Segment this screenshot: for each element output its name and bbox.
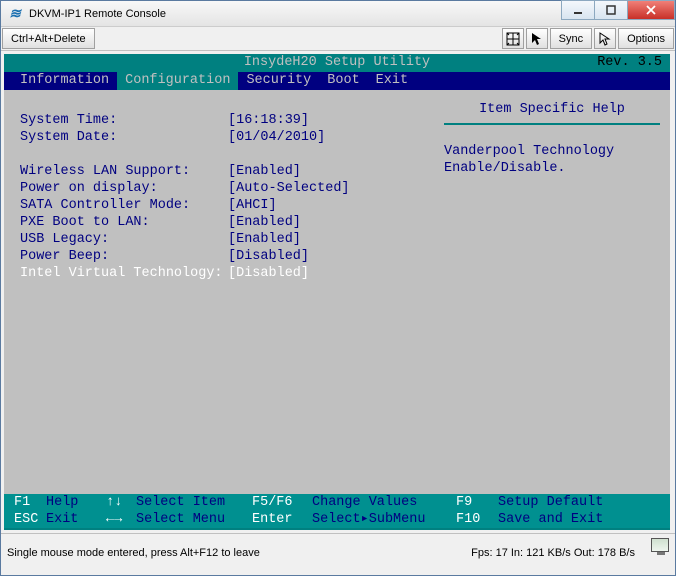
setting-value: [16:18:39] (228, 112, 309, 129)
setting-label: PXE Boot to LAN: (10, 214, 228, 231)
footer-key-f10: F10 (456, 511, 498, 528)
ctrl-alt-delete-button[interactable]: Ctrl+Alt+Delete (2, 28, 95, 49)
setting-value: [Auto-Selected] (228, 180, 350, 197)
bios-screen: InsydeH20 Setup Utility Rev. 3.5 Informa… (4, 54, 670, 530)
setting-label: System Time: (10, 112, 228, 129)
settings-pane: System Time:[16:18:39]System Date:[01/04… (6, 92, 436, 492)
help-title: Item Specific Help (444, 102, 660, 125)
status-bar: Single mouse mode entered, press Alt+F12… (1, 533, 675, 571)
setting-label: USB Legacy: (10, 231, 228, 248)
tab-configuration[interactable]: Configuration (117, 72, 238, 90)
sync-button[interactable]: Sync (550, 28, 592, 49)
toolbar: Ctrl+Alt+Delete Sync Options (1, 27, 675, 51)
setting-label: Power on display: (10, 180, 228, 197)
setting-row[interactable]: SATA Controller Mode:[AHCI] (10, 197, 430, 214)
options-button[interactable]: Options (618, 28, 674, 49)
fullscreen-icon[interactable] (502, 28, 524, 49)
footer-key-enter: Enter (252, 511, 312, 528)
cursor-solid-icon[interactable] (526, 28, 548, 49)
bios-title: InsydeH20 Setup Utility (244, 55, 430, 70)
setting-row[interactable]: System Date:[01/04/2010] (10, 129, 430, 146)
app-window: ≋ DKVM-IP1 Remote Console Ctrl+Alt+Delet… (0, 0, 676, 576)
tab-exit[interactable]: Exit (368, 72, 416, 90)
setting-label: Power Beep: (10, 248, 228, 265)
bios-revision: Rev. 3.5 (597, 54, 662, 72)
setting-value: [AHCI] (228, 197, 277, 214)
setting-row[interactable]: Wireless LAN Support:[Enabled] (10, 163, 430, 180)
setting-value: [01/04/2010] (228, 129, 325, 146)
setting-value: [Enabled] (228, 231, 301, 248)
bios-body: System Time:[16:18:39]System Date:[01/04… (4, 90, 670, 494)
bios-title-bar: InsydeH20 Setup Utility Rev. 3.5 (4, 54, 670, 72)
window-controls (562, 1, 675, 26)
java-icon: ≋ (7, 6, 23, 22)
bios-tabs: InformationConfigurationSecurityBootExit (4, 72, 670, 90)
footer-label-exit: Exit (46, 511, 106, 528)
help-text: Vanderpool Technology Enable/Disable. (444, 143, 660, 177)
footer-key-esc: ESC (4, 511, 46, 528)
setting-row[interactable]: System Time:[16:18:39] (10, 112, 430, 129)
setting-value: [Enabled] (228, 163, 301, 180)
setting-label: Wireless LAN Support: (10, 163, 228, 180)
setting-label: SATA Controller Mode: (10, 197, 228, 214)
setting-row[interactable]: Power on display:[Auto-Selected] (10, 180, 430, 197)
footer-label-change-values: Change Values (312, 494, 456, 511)
monitor-icon[interactable] (651, 538, 669, 552)
footer-label-select-menu: Select Menu (136, 511, 252, 528)
tab-boot[interactable]: Boot (319, 72, 367, 90)
footer-arrows-lr: ←→ (106, 511, 136, 528)
setting-value: [Disabled] (228, 265, 309, 282)
status-stats: Fps: 17 In: 121 KB/s Out: 178 B/s (471, 547, 635, 559)
footer-label-setup-default: Setup Default (498, 494, 603, 511)
footer-key-f1: F1 (4, 494, 46, 511)
setting-row[interactable]: Intel Virtual Technology:[Disabled] (10, 265, 430, 282)
setting-row[interactable]: USB Legacy:[Enabled] (10, 231, 430, 248)
setting-row[interactable]: Power Beep:[Disabled] (10, 248, 430, 265)
footer-label-save-exit: Save and Exit (498, 511, 603, 528)
titlebar: ≋ DKVM-IP1 Remote Console (1, 1, 675, 27)
footer-key-f9: F9 (456, 494, 498, 511)
setting-value: [Disabled] (228, 248, 309, 265)
tab-information[interactable]: Information (12, 72, 117, 90)
footer-label-help: Help (46, 494, 106, 511)
maximize-button[interactable] (594, 0, 628, 20)
help-pane: Item Specific Help Vanderpool Technology… (436, 92, 668, 492)
status-message: Single mouse mode entered, press Alt+F12… (7, 547, 471, 559)
close-button[interactable] (627, 0, 675, 20)
cursor-outline-icon[interactable] (594, 28, 616, 49)
window-title: DKVM-IP1 Remote Console (29, 8, 562, 20)
setting-row[interactable]: PXE Boot to LAN:[Enabled] (10, 214, 430, 231)
setting-value: [Enabled] (228, 214, 301, 231)
footer-label-select-item: Select Item (136, 494, 252, 511)
setting-label: Intel Virtual Technology: (10, 265, 228, 282)
tab-security[interactable]: Security (238, 72, 319, 90)
bios-footer: F1 Help ↑↓ Select Item F5/F6 Change Valu… (4, 494, 670, 528)
footer-label-select-submenu: Select▸SubMenu (312, 511, 456, 528)
footer-arrows-ud: ↑↓ (106, 494, 136, 511)
setting-label: System Date: (10, 129, 228, 146)
minimize-button[interactable] (561, 0, 595, 20)
footer-key-f5f6: F5/F6 (252, 494, 312, 511)
